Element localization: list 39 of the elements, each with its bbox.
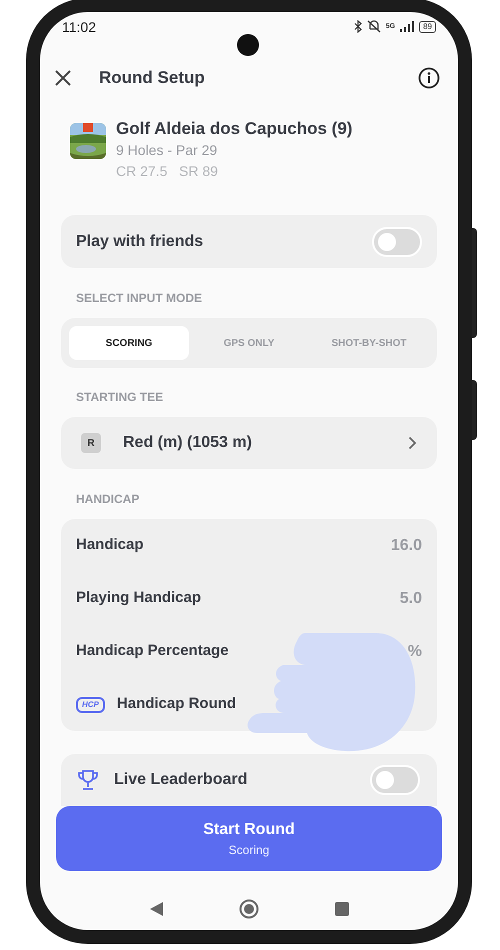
chevron-right-icon (408, 436, 417, 450)
toggle-switch[interactable] (372, 226, 422, 256)
camera-icon (237, 34, 259, 56)
close-icon[interactable] (54, 69, 72, 87)
leaderboard-label: Live Leaderboard (114, 770, 248, 790)
back-icon[interactable] (150, 902, 162, 916)
handicap-label: Handicap Percentage (76, 641, 229, 662)
screen-title: Round Setup (99, 67, 205, 90)
hcp-badge: HCP (76, 696, 105, 712)
handicap-value: 16.0 (390, 536, 422, 556)
mode-tab[interactable]: SCORING (69, 326, 189, 360)
handicap-label: Handicap (76, 535, 144, 556)
handicap-round-label: Handicap Round (116, 694, 236, 714)
course-name: Golf Aldeia dos Capuchos (9) (116, 118, 352, 140)
info-icon[interactable] (418, 67, 440, 89)
tee-selector[interactable]: R Red (m) (1053 m) (61, 417, 437, 469)
tee-value: Red (m) (1053 m) (123, 433, 252, 453)
course-holes: 9 Holes - Par 29 (116, 141, 218, 160)
mode-tab[interactable]: GPS ONLY (189, 326, 309, 360)
friends-label: Play with friends (76, 232, 204, 252)
status-time: 11:02 (62, 20, 96, 34)
section-label: SELECT INPUT MODE (75, 290, 204, 306)
handicap-value: % (408, 642, 422, 662)
section-label: HANDICAP (75, 491, 140, 507)
battery-indicator: 89 (419, 20, 436, 32)
mute-icon (366, 20, 381, 33)
recents-icon[interactable] (334, 902, 348, 916)
signal-icon (400, 21, 414, 32)
mode-tab[interactable]: SHOT-BY-SHOT (309, 326, 429, 360)
tee-badge: R (81, 433, 101, 453)
handicap-value: 5.0 (400, 588, 422, 608)
course-ratings: CR 27.5 SR 89 (116, 162, 219, 181)
home-icon[interactable] (238, 899, 258, 919)
trophy-icon (78, 769, 98, 791)
section-label: STARTING TEE (75, 389, 164, 405)
bluetooth-icon (354, 20, 362, 33)
handicap-label: Playing Handicap (76, 588, 202, 608)
toggle-switch[interactable] (370, 765, 420, 795)
start-round-button[interactable]: Start Round Scoring (56, 806, 442, 871)
